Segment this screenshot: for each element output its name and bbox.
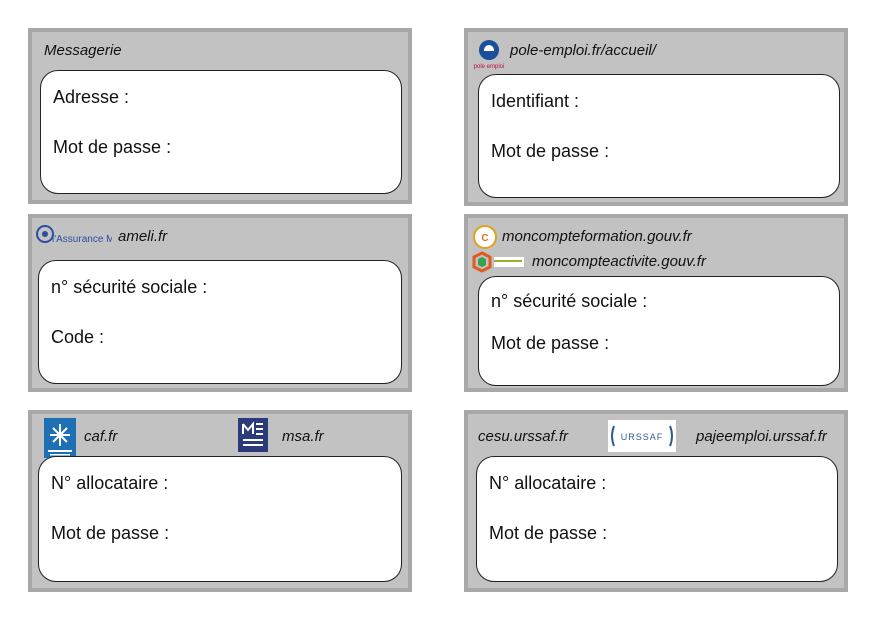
field-label: Mot de passe : [53,137,172,157]
svg-text:URSSAF: URSSAF [621,432,664,442]
site-label: caf.fr [84,428,118,445]
assurance-maladie-logo-icon: l'Assurance Maladie [36,225,112,245]
pole-emploi-logo-icon: pole emploi [474,40,505,70]
site-label: moncompteactivite.gouv.fr [532,253,706,270]
caf-logo-icon [44,418,76,458]
credentials-box: N° allocataire : Mot de passe : [476,456,838,582]
credentials-box: n° sécurité sociale : Code : [38,260,402,384]
site-label: pole-emploi.fr/accueil/ [510,42,656,59]
field-label: Code : [51,327,105,347]
credentials-box: Identifiant : Mot de passe : [478,74,840,198]
site-label: msa.fr [282,428,324,445]
field-label: Mot de passe : [51,523,170,543]
site-label: cesu.urssaf.fr [478,428,569,445]
field-label: N° allocataire : [51,473,169,493]
svg-text:C: C [481,233,488,244]
credentials-box: Adresse : Mot de passe : [40,70,402,194]
site-label: ameli.fr [118,228,168,245]
compte-activite-logo-icon [472,251,524,273]
urssaf-logo-icon: URSSAF [608,420,676,452]
svg-text:pole emploi: pole emploi [474,64,505,70]
card-moncompte: C moncompteformation.gouv.fr moncompteac… [464,214,848,392]
credentials-box: n° sécurité sociale : Mot de passe : [478,276,840,386]
card-pole-emploi: pole emploi pole-emploi.fr/accueil/ Iden… [464,28,848,206]
field-label: Mot de passe : [491,333,610,353]
field-label: n° sécurité sociale : [51,277,208,297]
msa-logo-icon [238,418,268,452]
card-urssaf: cesu.urssaf.fr URSSAF pajeemploi.urssaf.… [464,410,848,592]
card-messagerie: Messagerie Adresse : Mot de passe : [28,28,412,204]
field-label: Adresse : [53,87,130,107]
field-label: Mot de passe : [489,523,608,543]
site-label: Messagerie [44,42,122,59]
card-caf-msa: caf.fr msa.fr N° allocataire : Mot de pa… [28,410,412,592]
field-label: Identifiant : [491,91,580,111]
cpf-logo-icon: C [473,225,497,249]
credentials-box: N° allocataire : Mot de passe : [38,456,402,582]
site-label: pajeemploi.urssaf.fr [696,428,827,445]
field-label: Mot de passe : [491,141,610,161]
field-label: N° allocataire : [489,473,607,493]
svg-text:l'Assurance Maladie: l'Assurance Maladie [52,234,112,245]
field-label: n° sécurité sociale : [491,291,648,311]
card-ameli: l'Assurance Maladie ameli.fr n° sécurité… [28,214,412,392]
site-label: moncompteformation.gouv.fr [502,228,692,245]
